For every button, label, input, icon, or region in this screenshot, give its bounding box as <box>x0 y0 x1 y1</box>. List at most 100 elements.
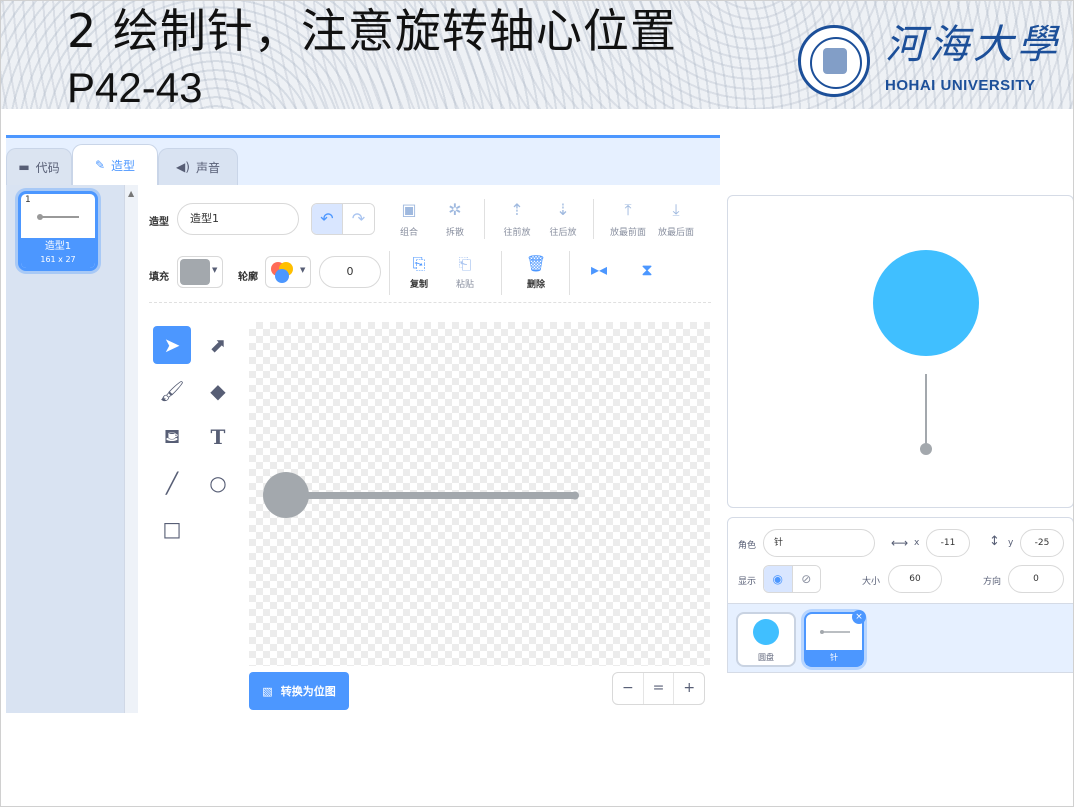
ungroup-button[interactable]: ✲ 拆散 <box>433 201 477 239</box>
eye-icon: ◉ <box>772 572 783 586</box>
redo-button[interactable]: ↷ <box>343 204 374 234</box>
scratch-editor: ▬ 代码 ✎ 造型 ◀) 声音 1 造型1 161 x 27 ▲ 造型 造型1 … <box>6 135 720 713</box>
sprite-name-input[interactable]: 针 <box>763 529 875 557</box>
costume-card[interactable]: 1 造型1 161 x 27 <box>18 191 98 271</box>
tab-bar: ▬ 代码 ✎ 造型 ◀) 声音 <box>6 138 720 185</box>
zoom-reset-button[interactable]: = <box>644 673 675 704</box>
size-input[interactable]: 60 <box>888 565 942 593</box>
eye-slash-icon: ⊘ <box>801 572 812 586</box>
show-label: 显示 <box>738 577 757 587</box>
speaker-icon: ◀) <box>176 160 190 174</box>
x-position-input[interactable]: -11 <box>926 529 970 557</box>
forward-button[interactable]: ⇡ 往前放 <box>495 201 539 239</box>
flip-horizontal-icon: ▸◂ <box>590 260 608 279</box>
slide-header: 2 绘制针，注意旋转轴心位置 P42-43 河海大學 HOHAI UNIVERS… <box>1 1 1073 111</box>
dial-thumbnail <box>753 619 779 645</box>
chevron-down-icon: ▼ <box>300 266 306 274</box>
outline-width-input[interactable]: 0 <box>319 256 381 288</box>
delete-sprite-icon[interactable]: × <box>852 610 866 624</box>
reshape-tool[interactable]: ⬈ <box>199 326 237 364</box>
paint-canvas[interactable] <box>249 322 710 666</box>
paste-button[interactable]: ⎗ 粘贴 <box>443 254 487 291</box>
sprite-tile-name: 圆盘 <box>758 653 774 662</box>
direction-input[interactable]: 0 <box>1008 565 1064 593</box>
back-icon: ⤓ <box>672 200 680 219</box>
costume-name-input[interactable]: 造型1 <box>177 203 299 235</box>
y-position-input[interactable]: -25 <box>1020 529 1064 557</box>
convert-label: 转换为位图 <box>280 685 336 698</box>
paint-editor: 造型 造型1 ↶ ↷ ▣ 组合 ✲ 拆散 ⇡ 往前放 ⇣ 往后放 ⤒ 放最前面 … <box>139 185 720 713</box>
tab-code[interactable]: ▬ 代码 <box>6 148 72 185</box>
visibility-toggle: ◉ ⊘ <box>763 565 821 593</box>
rectangle-tool[interactable]: □ <box>153 510 191 548</box>
text-tool[interactable]: T <box>199 418 237 456</box>
university-seal-logo <box>798 25 870 97</box>
fill-tool[interactable]: ⛾ <box>153 418 191 456</box>
paste-label: 粘贴 <box>455 280 474 290</box>
fill-label: 填充 <box>149 272 169 283</box>
brush-icon: 🖌 <box>159 379 185 403</box>
needle-tip <box>571 491 579 500</box>
line-icon: ╱ <box>165 471 179 495</box>
stage[interactable] <box>727 195 1073 508</box>
copy-icon: ⎘ <box>412 254 426 273</box>
undo-redo-group: ↶ ↷ <box>311 203 375 235</box>
hide-button[interactable]: ⊘ <box>792 566 820 592</box>
delete-button[interactable]: 🗑 删除 <box>514 254 558 291</box>
dial-sprite <box>873 250 979 356</box>
select-tool[interactable]: ➤ <box>153 326 191 364</box>
sprite-tile-name: 针 <box>806 650 862 665</box>
trash-icon: 🗑 <box>525 254 547 273</box>
outline-color-picker[interactable]: ▼ <box>265 256 311 288</box>
needle-thumbnail-pivot <box>820 630 824 634</box>
chevron-down-icon: ▼ <box>212 266 218 274</box>
show-button[interactable]: ◉ <box>764 566 793 592</box>
code-icon: ▬ <box>18 160 30 174</box>
x-label: x <box>914 538 920 548</box>
tab-label: 造型 <box>111 158 136 173</box>
line-tool[interactable]: ╱ <box>153 464 191 502</box>
needle-drawing <box>263 472 579 518</box>
back-button[interactable]: ⤓ 放最后面 <box>654 200 698 239</box>
flip-vertical-button[interactable]: ⧗ <box>625 261 669 279</box>
arrow-cursor-icon: ➤ <box>163 333 181 357</box>
slide-subtitle: P42-43 <box>67 64 203 111</box>
front-label: 放最前面 <box>609 228 646 238</box>
backward-button[interactable]: ⇣ 往后放 <box>541 201 585 239</box>
sprite-tile-needle[interactable]: × 针 <box>804 610 866 667</box>
convert-to-bitmap-button[interactable]: ▧ 转换为位图 <box>249 672 349 710</box>
zoom-in-button[interactable]: + <box>674 673 704 704</box>
circle-icon: ○ <box>209 471 227 495</box>
costume-number: 1 <box>25 195 31 205</box>
zoom-out-button[interactable]: − <box>613 673 644 704</box>
tab-sounds[interactable]: ◀) 声音 <box>158 148 238 185</box>
costume-card-name: 造型1 <box>44 241 72 252</box>
copy-label: 复制 <box>409 280 428 290</box>
fill-color-swatch <box>180 259 210 285</box>
needle-shaft <box>297 492 577 499</box>
eraser-icon: ◆ <box>210 379 226 403</box>
y-label: y <box>1008 538 1014 548</box>
eraser-tool[interactable]: ◆ <box>199 372 237 410</box>
undo-button[interactable]: ↶ <box>312 204 344 234</box>
brush-tool[interactable]: 🖌 <box>153 372 191 410</box>
divider <box>569 251 570 295</box>
group-button[interactable]: ▣ 组合 <box>387 201 431 239</box>
copy-button[interactable]: ⎘ 复制 <box>397 254 441 291</box>
paste-icon: ⎗ <box>458 254 472 273</box>
fill-color-picker[interactable]: ▼ <box>177 256 223 288</box>
toolbar-divider <box>149 302 711 303</box>
forward-label: 往前放 <box>503 228 531 238</box>
stage-render <box>873 250 979 455</box>
front-button[interactable]: ⤒ 放最前面 <box>606 201 650 239</box>
circle-tool[interactable]: ○ <box>199 464 237 502</box>
costume-list-scrollbar[interactable]: ▲ <box>124 185 138 713</box>
tab-costumes[interactable]: ✎ 造型 <box>72 144 158 185</box>
outline-label: 轮廓 <box>238 272 258 283</box>
flip-vertical-icon: ⧗ <box>641 260 653 279</box>
color-dot <box>275 269 289 283</box>
needle-pivot-circle <box>263 472 309 518</box>
sprite-tile-dial[interactable]: 圆盘 <box>736 612 796 667</box>
slide: 2 绘制针，注意旋转轴心位置 P42-43 河海大學 HOHAI UNIVERS… <box>0 0 1074 807</box>
flip-horizontal-button[interactable]: ▸◂ <box>577 261 621 279</box>
